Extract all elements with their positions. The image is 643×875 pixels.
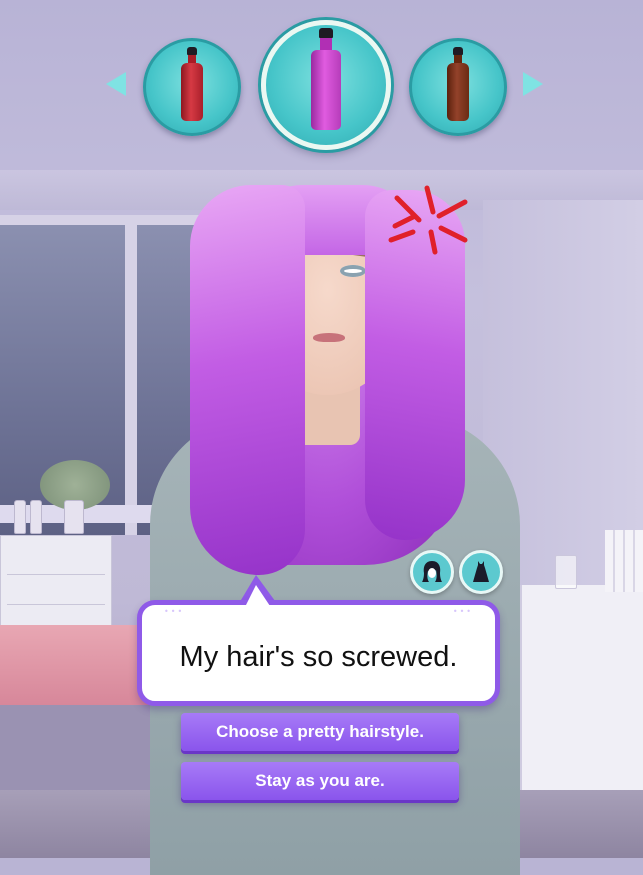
red-dye-bottle-icon bbox=[181, 47, 203, 121]
character bbox=[150, 165, 520, 875]
eye bbox=[340, 265, 366, 277]
speech-bubble-tail bbox=[244, 585, 272, 609]
brown-dye-bottle-icon bbox=[447, 47, 469, 121]
hair-color-option-brown[interactable] bbox=[409, 38, 507, 136]
bubble-decoration: ••• bbox=[164, 607, 185, 616]
drawer bbox=[7, 576, 105, 605]
next-arrow-icon[interactable] bbox=[523, 72, 543, 96]
outfit-category-button[interactable] bbox=[459, 550, 503, 594]
purple-dye-bottle-icon bbox=[311, 28, 341, 130]
dialogue-text: My hair's so screwed. bbox=[179, 641, 458, 673]
glass bbox=[555, 555, 577, 589]
speech-bubble: ••• ••• My hair's so screwed. bbox=[137, 600, 500, 706]
dress-icon bbox=[473, 561, 489, 582]
choice-button-stay[interactable]: Stay as you are. bbox=[181, 762, 459, 800]
decor-bottle bbox=[14, 500, 26, 534]
books bbox=[605, 530, 643, 592]
decor-vase bbox=[64, 500, 84, 534]
hair-color-option-purple[interactable] bbox=[261, 20, 391, 150]
previous-arrow-icon[interactable] bbox=[106, 72, 126, 96]
anger-mark-icon bbox=[388, 185, 468, 255]
mouth bbox=[313, 333, 345, 342]
hair-icon bbox=[422, 561, 442, 582]
hair-category-button[interactable] bbox=[410, 550, 454, 594]
decor-bottle bbox=[30, 500, 42, 534]
drawer bbox=[7, 546, 105, 575]
bubble-decoration: ••• bbox=[452, 607, 473, 616]
hair bbox=[190, 185, 305, 575]
hair-color-option-red[interactable] bbox=[143, 38, 241, 136]
choice-button-hairstyle[interactable]: Choose a pretty hairstyle. bbox=[181, 713, 459, 751]
window-frame bbox=[125, 215, 137, 535]
